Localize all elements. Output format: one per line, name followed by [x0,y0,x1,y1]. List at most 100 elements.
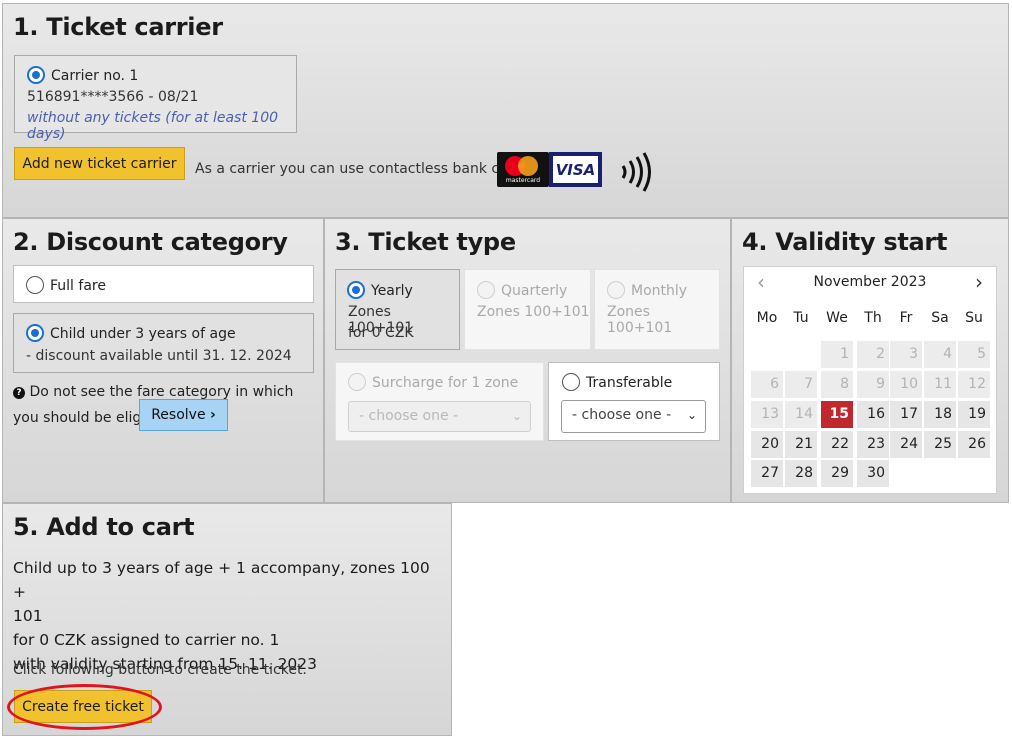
type-label-monthly: Monthly [631,283,688,299]
calendar-month-title: November 2023 [813,274,927,290]
resolve-label: Resolve [151,407,206,423]
contactless-text: As a carrier you can use contactless ban… [195,161,523,177]
summary-line-2: 101 [13,607,43,625]
type-radio-yearly[interactable] [347,281,365,299]
weekday-tu: Tu [793,310,809,326]
validity-start-panel: 4. Validity start ‹ November 2023 › Mo Tu… [731,218,1009,503]
fare-label-child: Child under 3 years of age [50,326,236,342]
surcharge-option: Surcharge for 1 zone - choose one - ⌄ [335,362,544,441]
contactless-icon [617,152,657,196]
section-title-validity-start: 4. Validity start [742,228,948,256]
summary-line-3: for 0 CZK assigned to carrier no. 1 [13,631,280,649]
transferable-label: Transferable [586,375,673,391]
type-price-yearly: for 0 CZK [348,325,414,341]
calendar-day[interactable]: 26 [958,431,990,458]
weekday-su: Su [965,310,983,326]
calendar-day: 8 [821,371,853,398]
create-instruction: Click following button to create the tic… [13,662,307,678]
question-circle-icon: ? [13,387,25,399]
mastercard-label: mastercard [505,177,541,184]
fare-radio-full[interactable] [26,276,44,294]
calendar-day: 14 [785,401,817,428]
resolve-button[interactable]: Resolve › [139,399,228,431]
weekday-mo: Mo [756,310,778,326]
calendar-day[interactable]: 30 [857,460,889,487]
type-option-monthly: Monthly Zones 100+101 [594,269,720,350]
cart-summary: Child up to 3 years of age + 1 accompany… [13,556,443,676]
type-label-quarterly: Quarterly [501,283,568,299]
calendar-day[interactable]: 29 [821,460,853,487]
fare-option-child[interactable]: Child under 3 years of age - discount av… [13,313,314,373]
calendar-day[interactable]: 24 [890,431,922,458]
carrier-card[interactable]: Carrier no. 1 516891****3566 - 08/21 wit… [14,55,297,142]
calendar-day: 5 [958,341,990,368]
calendar-day: 7 [785,371,817,398]
calendar-day[interactable]: 25 [924,431,956,458]
surcharge-radio [348,373,366,391]
calendar-day[interactable]: 16 [857,401,889,428]
transferable-select-value: - choose one - [572,407,672,423]
ticket-type-panel: 3. Ticket type Yearly Zones 100+101 for … [324,218,731,503]
fare-radio-child[interactable] [26,324,44,342]
type-label-yearly: Yearly [371,283,413,299]
chevron-down-icon: ⌄ [511,409,522,423]
calendar-day: 1 [821,341,853,368]
transferable-option[interactable]: Transferable - choose one - ⌄ [548,362,720,441]
calendar-day: 11 [924,371,956,398]
carrier-card-number: 516891****3566 - 08/21 [27,89,199,105]
calendar-day[interactable]: 21 [785,431,817,458]
surcharge-select-value: - choose one - [359,408,459,424]
ticket-carrier-panel: 1. Ticket carrier Carrier no. 1 516891**… [2,3,1009,218]
surcharge-label: Surcharge for 1 zone [372,375,519,391]
type-radio-quarterly [477,281,495,299]
section-title-ticket-carrier: 1. Ticket carrier [13,13,223,41]
weekday-fr: Fr [899,310,913,326]
transferable-radio[interactable] [562,373,580,391]
chevron-down-icon: ⌄ [686,408,697,422]
type-zones-monthly: Zones 100+101 [607,304,673,336]
type-option-quarterly: Quarterly Zones 100+101 [464,269,591,350]
section-title-add-to-cart: 5. Add to cart [13,513,195,541]
calendar-day: 10 [890,371,922,398]
carrier-radio[interactable] [27,66,45,84]
weekday-th: Th [864,310,882,326]
calendar-day[interactable]: 18 [924,401,956,428]
calendar-next-button[interactable]: › [975,270,983,294]
chevron-right-icon: › [210,407,216,423]
visa-label: VISA [555,161,596,179]
weekday-we: We [826,310,848,326]
calendar-day[interactable]: 15 [821,401,853,428]
calendar-day: 6 [751,371,783,398]
section-title-ticket-type: 3. Ticket type [335,228,516,256]
surcharge-select: - choose one - ⌄ [348,401,531,432]
calendar-day[interactable]: 20 [751,431,783,458]
calendar-day[interactable]: 28 [785,460,817,487]
calendar-day[interactable]: 17 [890,401,922,428]
mastercard-logo: mastercard [497,152,549,187]
calendar-day[interactable]: 22 [821,431,853,458]
summary-line-1: Child up to 3 years of age + 1 accompany… [13,559,430,601]
fare-label-full: Full fare [50,278,106,294]
calendar-day: 13 [751,401,783,428]
discount-category-panel: 2. Discount category Full fare Child und… [2,218,324,503]
carrier-note: without any tickets (for at least 100 da… [27,110,279,142]
calendar-day[interactable]: 27 [751,460,783,487]
calendar-day[interactable]: 19 [958,401,990,428]
calendar: ‹ November 2023 › Mo Tu We Th Fr Sa Su 1 2 3 4 5 6 7 8… [743,266,997,494]
fare-detail-child: - discount available until 31. 12. 2024 [26,348,292,364]
calendar-day: 2 [857,341,889,368]
weekday-sa: Sa [931,310,949,326]
add-to-cart-panel: 5. Add to cart Child up to 3 years of ag… [2,503,452,736]
transferable-select[interactable]: - choose one - ⌄ [561,400,706,433]
type-radio-monthly [607,281,625,299]
type-option-yearly[interactable]: Yearly Zones 100+101 for 0 CZK [335,269,460,350]
calendar-day: 4 [924,341,956,368]
create-free-ticket-button[interactable]: Create free ticket [14,690,152,723]
calendar-day: 12 [958,371,990,398]
calendar-day[interactable]: 23 [857,431,889,458]
visa-logo: VISA [549,152,602,187]
section-title-discount-category: 2. Discount category [13,228,288,256]
add-carrier-button[interactable]: Add new ticket carrier [14,147,185,180]
fare-option-full[interactable]: Full fare [13,265,314,303]
type-zones-quarterly: Zones 100+101 [477,304,590,320]
